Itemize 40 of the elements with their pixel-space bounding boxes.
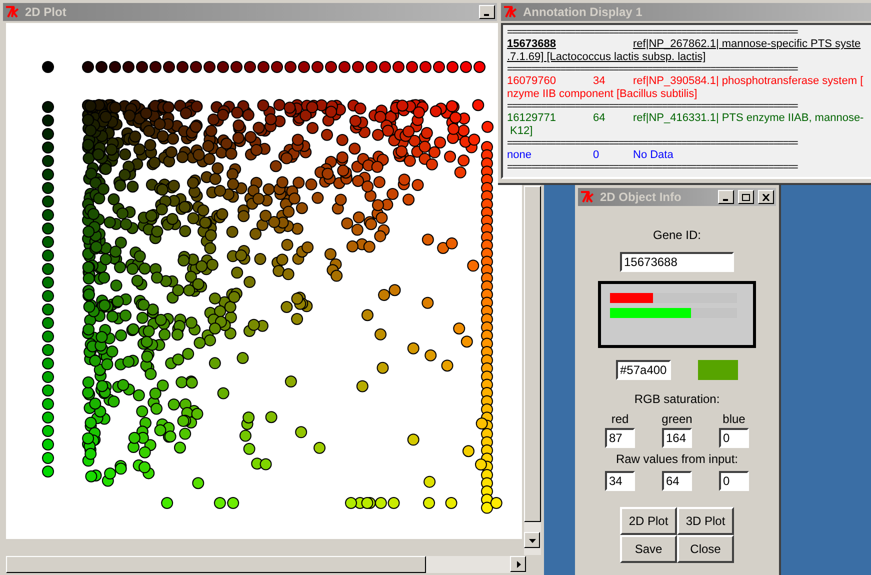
text-field[interactable]: #57a400	[616, 360, 671, 380]
score: 34	[593, 75, 606, 88]
channel-label: green	[662, 411, 692, 428]
text-field[interactable]: 0	[719, 471, 749, 491]
annotation-description: ref|NP_416331.1| PTS enzyme IIAB, mannose-	[633, 112, 864, 125]
window-title: Annotation Display 1	[523, 4, 642, 21]
separator-line: ============================================================	[507, 101, 799, 112]
annotation-continuation: K12]	[509, 125, 534, 138]
separator-line: ============================================================	[507, 162, 799, 173]
text-field[interactable]: 87	[605, 428, 635, 448]
text-field[interactable]: 0	[719, 428, 749, 448]
channel-label: red	[611, 411, 629, 428]
dialog-button[interactable]: Save	[620, 535, 677, 563]
annotation-continuation: nzyme IIB component [Bacillus subtilis]	[507, 88, 698, 101]
text-field[interactable]: 15673688	[620, 252, 734, 272]
gene-id-label: Gene ID:	[652, 227, 702, 244]
annotation-continuation: .7.1.69] [Lactococcus lactis subsp. lactis]	[507, 51, 707, 64]
separator-line: ============================================================	[507, 27, 799, 38]
dialog-button[interactable]: 3D Plot	[677, 507, 734, 535]
text-field[interactable]: 164	[662, 428, 692, 448]
separator-line: ============================================================	[507, 64, 799, 75]
text-field[interactable]: 64	[662, 471, 692, 491]
gene-id: none	[507, 149, 532, 162]
gene-id: 16129771	[507, 112, 557, 125]
rgb-label: RGB saturation:	[634, 391, 720, 408]
annotation-description: No Data	[633, 149, 674, 162]
channel-label: blue	[722, 411, 746, 428]
dialog-button[interactable]: Close	[677, 535, 734, 563]
score: 0	[593, 149, 600, 162]
window-title: 2D Object Info	[600, 189, 682, 206]
separator-line: ============================================================	[507, 138, 799, 149]
raw-values-label: Raw values from input:	[616, 451, 738, 468]
dialog-button[interactable]: 2D Plot	[620, 507, 677, 535]
gene-id: 16079760	[507, 75, 557, 88]
window-title: 2D Plot	[25, 4, 66, 21]
gene-id: 15673688	[507, 38, 557, 51]
text-field[interactable]: 34	[605, 471, 635, 491]
score: 64	[593, 112, 606, 125]
annotation-description: ref|NP_267862.1| mannose-specific PTS syste	[633, 38, 861, 51]
annotation-description: ref|NP_390584.1| phosphotransferase system [	[633, 75, 864, 88]
